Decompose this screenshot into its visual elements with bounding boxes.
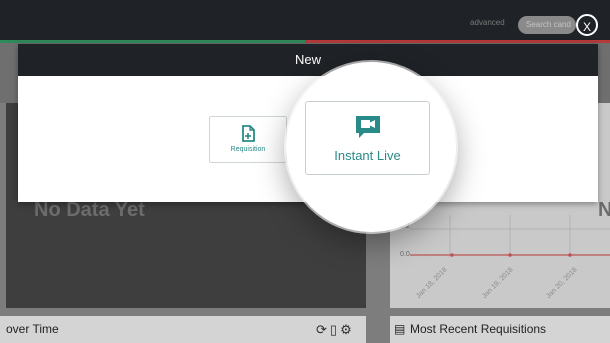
modal-title: New — [18, 44, 598, 76]
y-tick-label: 0.0 — [400, 251, 410, 258]
empty-line-chart — [410, 215, 610, 257]
panel-controls: ⟳▯⚙ — [316, 316, 355, 343]
gear-icon[interactable]: ⚙ — [340, 322, 355, 337]
requisition-add-icon — [242, 125, 255, 142]
document-icon: ▤ — [394, 322, 406, 336]
left-panel-title: over Time — [6, 322, 59, 336]
right-panel-footer: ▤ Most Recent Requisitions — [390, 316, 610, 343]
close-button[interactable]: X — [576, 14, 598, 36]
search-input[interactable]: Search cand — [518, 16, 576, 34]
advanced-search-link[interactable]: advanced — [470, 18, 505, 27]
requisition-option-button[interactable]: Requisition — [209, 116, 287, 163]
video-chat-icon — [356, 116, 380, 138]
no-data-text: No Data Yet — [34, 199, 145, 221]
left-panel-footer: over Time ⟳▯⚙ — [0, 316, 366, 343]
instant-live-option-button[interactable]: Instant Live — [305, 101, 430, 175]
refresh-icon[interactable]: ⟳ — [316, 322, 330, 337]
copy-icon[interactable]: ▯ — [330, 322, 340, 337]
right-panel-title: Most Recent Requisitions — [410, 322, 547, 336]
instant-live-option-label: Instant Live — [334, 148, 401, 163]
requisition-option-label: Requisition — [230, 146, 266, 153]
